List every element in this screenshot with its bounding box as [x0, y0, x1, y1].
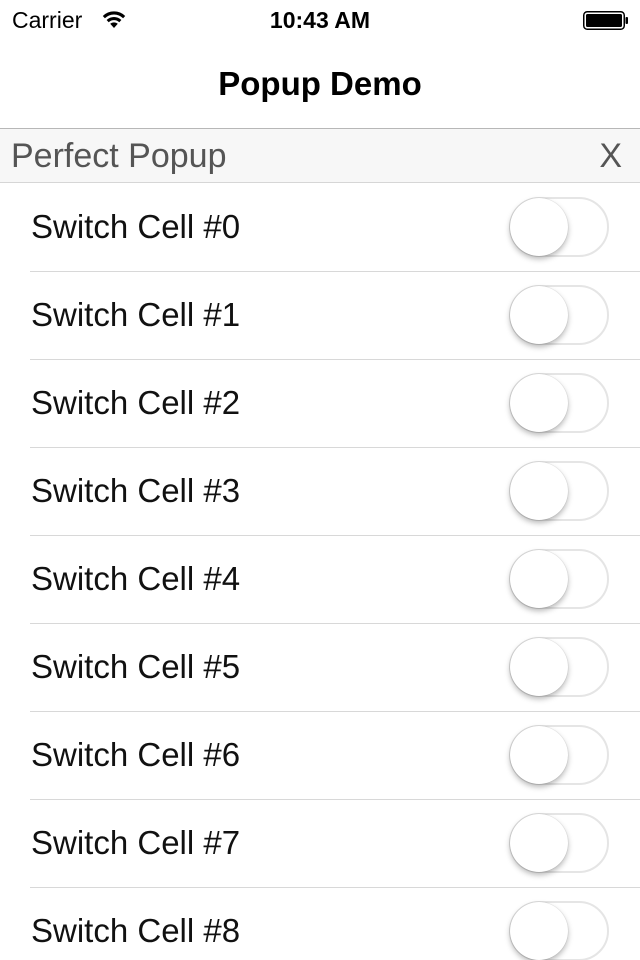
screen: Carrier 10:43 AM Popup Demo Perfect Popu… — [0, 0, 640, 960]
switch-knob — [510, 198, 568, 256]
switch-knob — [510, 374, 568, 432]
switch-cell-1: Switch Cell #1 — [0, 272, 640, 360]
toggle-switch[interactable] — [509, 285, 609, 345]
switch-cell-label: Switch Cell #5 — [31, 648, 241, 685]
switch-knob — [510, 462, 568, 520]
status-bar: Carrier 10:43 AM — [0, 0, 640, 40]
toggle-switch[interactable] — [509, 549, 609, 609]
switch-cell-3: Switch Cell #3 — [0, 448, 640, 536]
switch-cell-7: Switch Cell #7 — [0, 800, 640, 888]
popup-header: Perfect Popup X — [0, 128, 640, 183]
navigation-bar: Popup Demo — [0, 40, 640, 128]
battery-icon — [583, 11, 628, 30]
toggle-switch[interactable] — [509, 725, 609, 785]
toggle-switch[interactable] — [509, 461, 609, 521]
switch-cell-label: Switch Cell #7 — [31, 824, 241, 861]
toggle-switch[interactable] — [509, 901, 609, 960]
switch-knob — [510, 638, 568, 696]
switch-knob — [510, 814, 568, 872]
switch-cell-label: Switch Cell #2 — [31, 384, 241, 421]
switch-cell-label: Switch Cell #4 — [31, 560, 241, 597]
switch-cell-label: Switch Cell #3 — [31, 472, 241, 509]
status-time: 10:43 AM — [269, 7, 371, 33]
switch-cell-0: Switch Cell #0 — [0, 184, 640, 272]
toggle-switch[interactable] — [509, 373, 609, 433]
nav-title: Popup Demo — [218, 65, 422, 102]
switch-knob — [510, 550, 568, 608]
switch-cell-4: Switch Cell #4 — [0, 536, 640, 624]
switch-cell-label: Switch Cell #6 — [31, 736, 241, 773]
switch-list: Switch Cell #0 Switch Cell #1 Switch Cel… — [0, 184, 640, 960]
switch-cell-label: Switch Cell #8 — [31, 912, 241, 949]
switch-cell-8: Switch Cell #8 — [0, 888, 640, 960]
popup-close-button[interactable]: X — [599, 136, 622, 176]
switch-cell-5: Switch Cell #5 — [0, 624, 640, 712]
popup-title: Perfect Popup — [11, 137, 227, 175]
switch-knob — [510, 286, 568, 344]
switch-knob — [510, 726, 568, 784]
switch-cell-label: Switch Cell #1 — [31, 296, 241, 333]
switch-cell-6: Switch Cell #6 — [0, 712, 640, 800]
switch-cell-2: Switch Cell #2 — [0, 360, 640, 448]
toggle-switch[interactable] — [509, 197, 609, 257]
switch-cell-label: Switch Cell #0 — [31, 208, 241, 245]
toggle-switch[interactable] — [509, 637, 609, 697]
toggle-switch[interactable] — [509, 813, 609, 873]
switch-knob — [510, 902, 568, 960]
